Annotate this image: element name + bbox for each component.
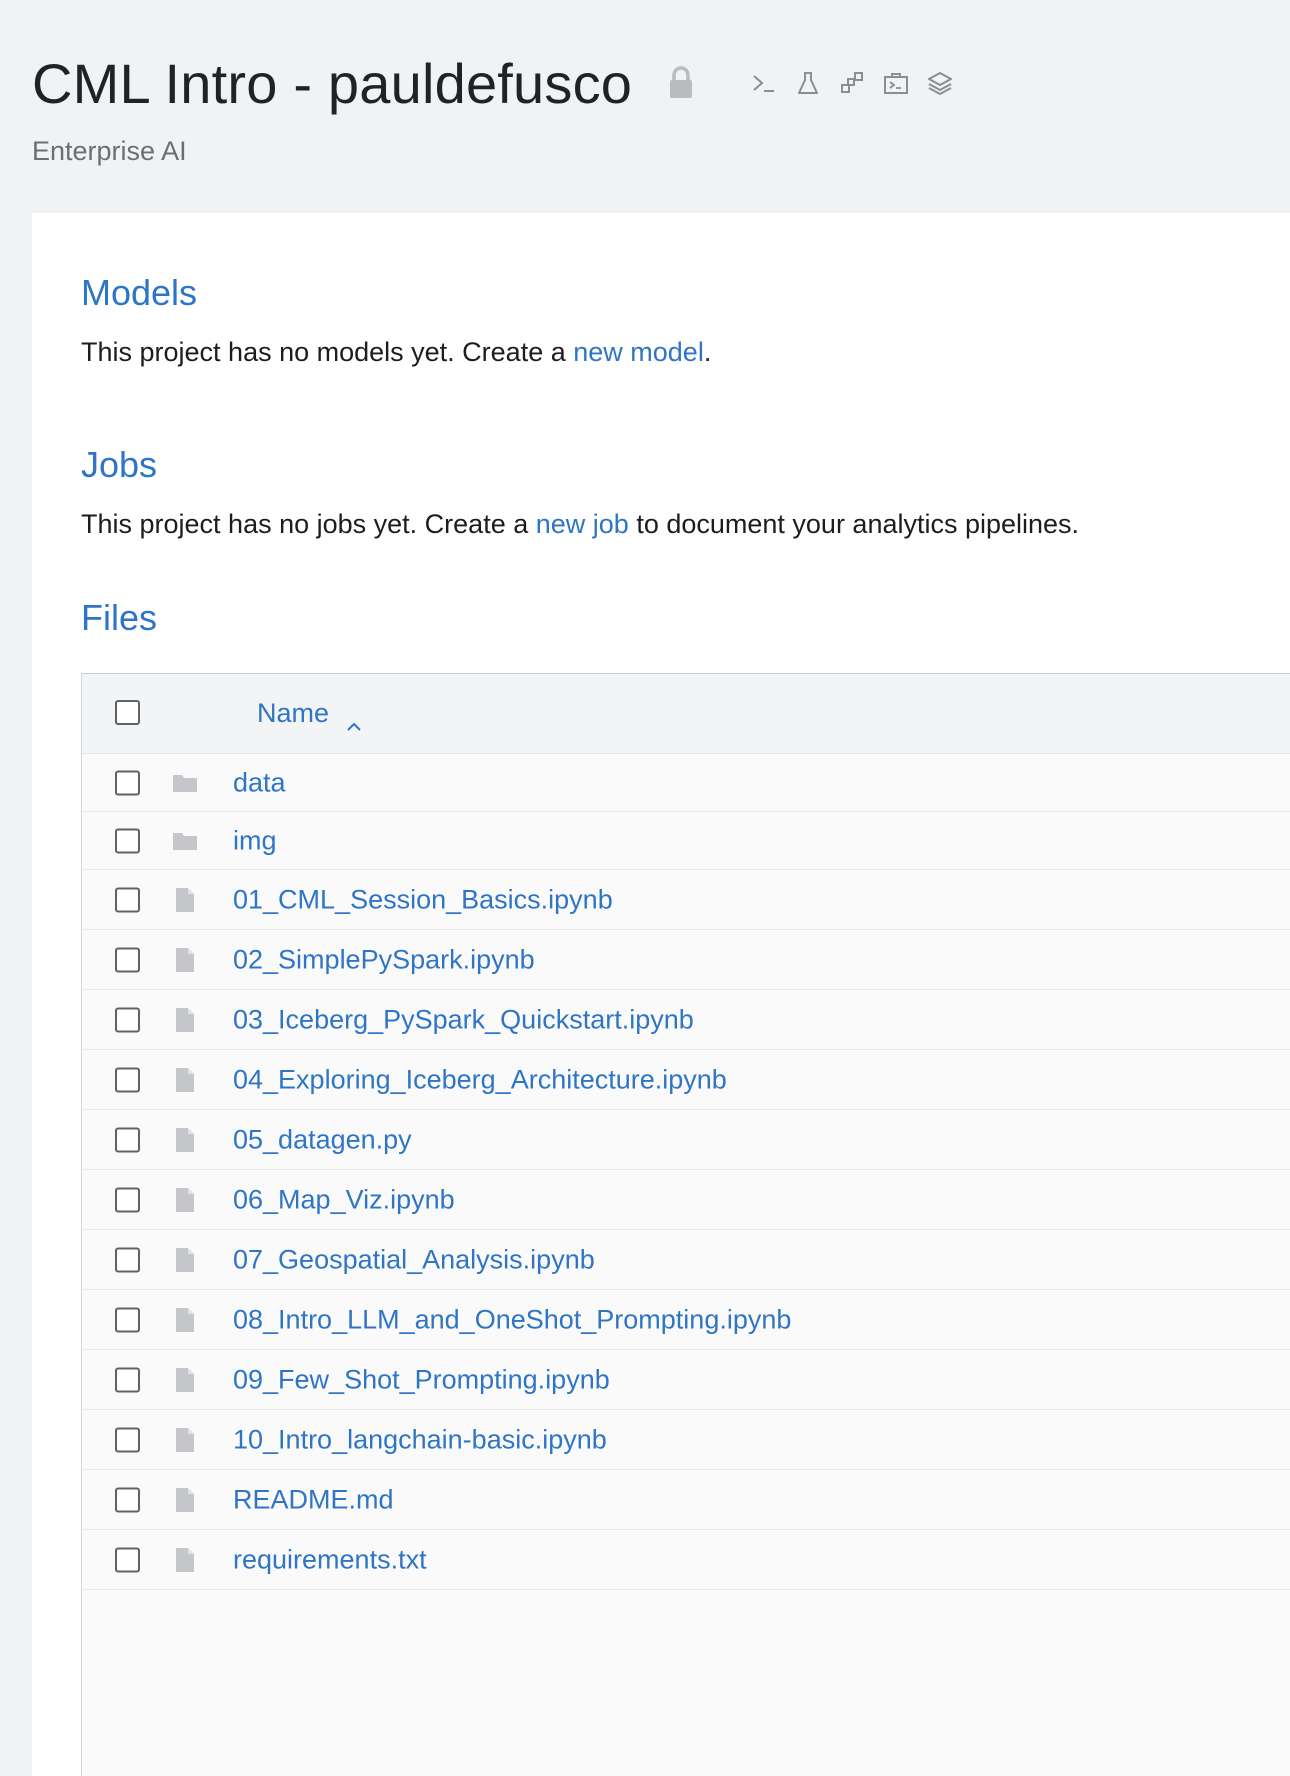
models-text-before: This project has no models yet. Create a xyxy=(81,337,574,367)
file-row[interactable]: 01_CML_Session_Basics.ipynb xyxy=(82,870,1290,930)
project-overview-card: Models This project has no models yet. C… xyxy=(32,213,1290,1776)
file-icon xyxy=(172,1487,198,1513)
file-icon xyxy=(172,947,198,973)
folder-icon xyxy=(172,770,198,796)
file-link[interactable]: 07_Geospatial_Analysis.ipynb xyxy=(233,1244,595,1275)
file-link[interactable]: 04_Exploring_Iceberg_Architecture.ipynb xyxy=(233,1064,727,1095)
file-row[interactable]: img xyxy=(82,812,1290,870)
file-row[interactable]: 10_Intro_langchain-basic.ipynb xyxy=(82,1410,1290,1470)
row-checkbox[interactable] xyxy=(115,1007,140,1032)
file-icon xyxy=(172,887,198,913)
project-subtitle: Enterprise AI xyxy=(32,136,187,166)
file-icon xyxy=(172,1427,198,1453)
file-icon xyxy=(172,1547,198,1573)
file-icon xyxy=(172,1127,198,1153)
flask-icon[interactable] xyxy=(794,69,822,97)
row-checkbox[interactable] xyxy=(115,1367,140,1392)
models-text-after: . xyxy=(703,337,712,367)
project-toolbar xyxy=(750,69,954,97)
folder-link[interactable]: img xyxy=(233,825,277,856)
row-checkbox[interactable] xyxy=(115,1187,140,1212)
file-link[interactable]: 05_datagen.py xyxy=(233,1124,412,1155)
file-link[interactable]: README.md xyxy=(233,1484,394,1515)
row-checkbox[interactable] xyxy=(115,770,140,795)
title-row: CML Intro - pauldefusco xyxy=(32,48,1232,118)
file-icon xyxy=(172,1247,198,1273)
folder-link[interactable]: data xyxy=(233,767,286,798)
file-link[interactable]: 02_SimplePySpark.ipynb xyxy=(233,944,535,975)
row-checkbox[interactable] xyxy=(115,828,140,853)
file-row[interactable]: 06_Map_Viz.ipynb xyxy=(82,1170,1290,1230)
row-checkbox[interactable] xyxy=(115,947,140,972)
jobs-heading[interactable]: Jobs xyxy=(81,444,157,486)
jobs-text-after: to document your analytics pipelines. xyxy=(628,509,1080,539)
file-icon xyxy=(172,1367,198,1393)
models-empty-message: This project has no models yet. Create a… xyxy=(81,337,711,368)
files-table-header: Name xyxy=(82,674,1290,754)
file-row[interactable]: 03_Iceberg_PySpark_Quickstart.ipynb xyxy=(82,990,1290,1050)
new-job-link[interactable]: new job xyxy=(536,509,629,539)
terminal-icon[interactable] xyxy=(750,69,778,97)
file-row[interactable]: data xyxy=(82,754,1290,812)
row-checkbox[interactable] xyxy=(115,1127,140,1152)
new-model-link[interactable]: new model xyxy=(573,337,704,367)
name-column-label: Name xyxy=(257,698,330,728)
row-checkbox[interactable] xyxy=(115,1487,140,1512)
folder-icon xyxy=(172,828,198,854)
row-checkbox[interactable] xyxy=(115,1427,140,1452)
row-checkbox[interactable] xyxy=(115,1067,140,1092)
row-checkbox[interactable] xyxy=(115,1307,140,1332)
jobs-empty-message: This project has no jobs yet. Create a n… xyxy=(81,509,1079,540)
file-row[interactable]: README.md xyxy=(82,1470,1290,1530)
file-link[interactable]: 01_CML_Session_Basics.ipynb xyxy=(233,884,613,915)
file-row[interactable]: 02_SimplePySpark.ipynb xyxy=(82,930,1290,990)
files-table: Name data img 01_CML_Session_Basics.ipynb 0… xyxy=(81,673,1290,1776)
row-checkbox[interactable] xyxy=(115,1247,140,1272)
lock-icon xyxy=(668,66,694,100)
file-icon xyxy=(172,1307,198,1333)
file-row[interactable]: 04_Exploring_Iceberg_Architecture.ipynb xyxy=(82,1050,1290,1110)
jobs-text-before: This project has no jobs yet. Create a xyxy=(81,509,536,539)
file-link[interactable]: 09_Few_Shot_Prompting.ipynb xyxy=(233,1364,610,1395)
chevron-up-icon xyxy=(345,708,363,731)
file-row[interactable]: 05_datagen.py xyxy=(82,1110,1290,1170)
file-icon xyxy=(172,1007,198,1033)
file-icon xyxy=(172,1187,198,1213)
file-row[interactable]: 08_Intro_LLM_and_OneShot_Prompting.ipynb xyxy=(82,1290,1290,1350)
briefcase-terminal-icon[interactable] xyxy=(882,69,910,97)
file-icon xyxy=(172,1067,198,1093)
file-link[interactable]: 10_Intro_langchain-basic.ipynb xyxy=(233,1424,607,1455)
row-checkbox[interactable] xyxy=(115,887,140,912)
file-row[interactable]: 09_Few_Shot_Prompting.ipynb xyxy=(82,1350,1290,1410)
file-link[interactable]: 08_Intro_LLM_and_OneShot_Prompting.ipynb xyxy=(233,1304,791,1335)
page-title: CML Intro - pauldefusco xyxy=(32,51,633,115)
project-header: CML Intro - pauldefusco Enterprise AI xyxy=(32,48,1232,178)
network-icon[interactable] xyxy=(838,69,866,97)
files-heading[interactable]: Files xyxy=(81,597,157,639)
file-link[interactable]: requirements.txt xyxy=(233,1544,427,1575)
models-heading[interactable]: Models xyxy=(81,272,197,314)
files-table-body: data img 01_CML_Session_Basics.ipynb 02_Sim… xyxy=(82,754,1290,1590)
file-row[interactable]: 07_Geospatial_Analysis.ipynb xyxy=(82,1230,1290,1290)
select-all-checkbox[interactable] xyxy=(115,700,140,725)
file-link[interactable]: 06_Map_Viz.ipynb xyxy=(233,1184,455,1215)
layers-icon[interactable] xyxy=(926,69,954,97)
file-link[interactable]: 03_Iceberg_PySpark_Quickstart.ipynb xyxy=(233,1004,694,1035)
file-row[interactable]: requirements.txt xyxy=(82,1530,1290,1590)
name-column-header[interactable]: Name xyxy=(257,698,363,731)
row-checkbox[interactable] xyxy=(115,1547,140,1572)
